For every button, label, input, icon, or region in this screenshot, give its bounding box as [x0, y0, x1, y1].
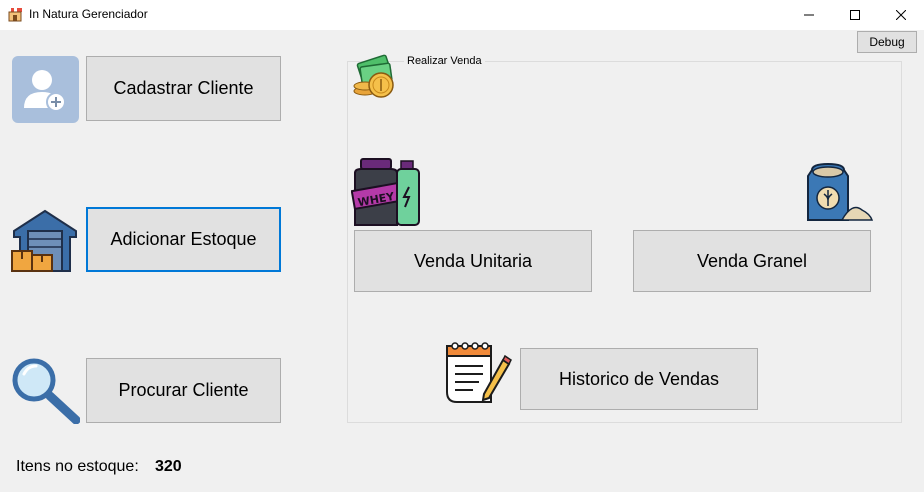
- cadastrar-cliente-button[interactable]: Cadastrar Cliente: [86, 56, 281, 121]
- grain-sack-icon: [804, 162, 874, 224]
- procurar-cliente-button[interactable]: Procurar Cliente: [86, 358, 281, 423]
- realizar-venda-title: Realizar Venda: [404, 55, 485, 67]
- notepad-pencil-icon: [443, 342, 515, 412]
- venda-unitaria-button[interactable]: Venda Unitaria: [354, 230, 592, 292]
- stock-count-value: 320: [155, 458, 182, 475]
- debug-button[interactable]: Debug: [857, 31, 917, 53]
- venda-granel-button[interactable]: Venda Granel: [633, 230, 871, 292]
- close-button[interactable]: [878, 0, 924, 30]
- title-bar: In Natura Gerenciador: [0, 0, 924, 30]
- money-icon: [353, 53, 397, 99]
- historico-vendas-button[interactable]: Historico de Vendas: [520, 348, 758, 410]
- minimize-button[interactable]: [786, 0, 832, 30]
- whey-protein-icon: WHEY: [350, 157, 423, 229]
- add-user-icon[interactable]: [12, 56, 79, 123]
- minimize-icon: [804, 14, 814, 16]
- stock-count-label: Itens no estoque:: [16, 458, 139, 475]
- close-icon: [896, 10, 906, 20]
- store-icon: [7, 6, 23, 22]
- window-title: In Natura Gerenciador: [29, 7, 148, 21]
- maximize-button[interactable]: [832, 0, 878, 30]
- magnifier-icon[interactable]: [10, 358, 81, 425]
- adicionar-estoque-button[interactable]: Adicionar Estoque: [86, 207, 281, 272]
- warehouse-icon[interactable]: [10, 207, 80, 273]
- maximize-icon: [850, 10, 860, 20]
